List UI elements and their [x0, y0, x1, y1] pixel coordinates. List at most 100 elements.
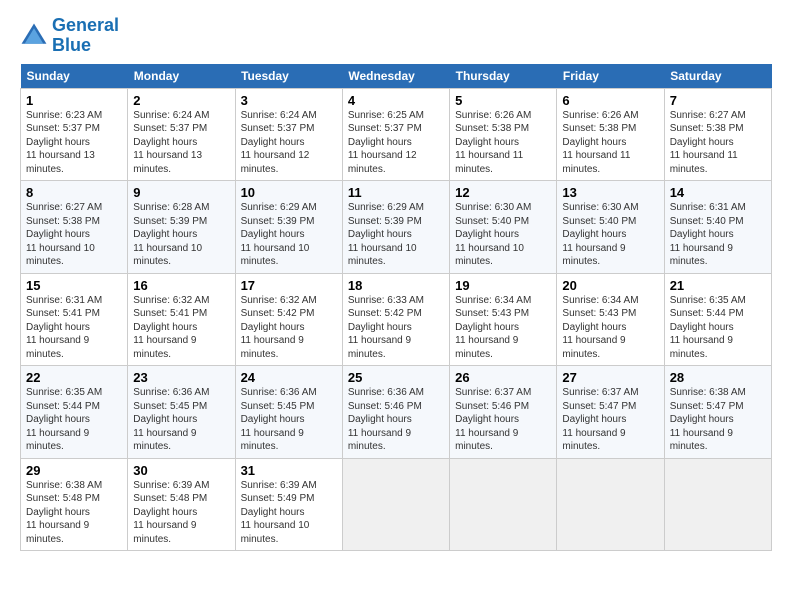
- day-number: 1: [26, 93, 122, 108]
- week-row-2: 8Sunrise: 6:27 AMSunset: 5:38 PMDaylight…: [21, 181, 772, 274]
- day-info: Sunrise: 6:36 AMSunset: 5:46 PMDaylight …: [348, 386, 444, 454]
- day-number: 10: [241, 185, 337, 200]
- day-cell: 14Sunrise: 6:31 AMSunset: 5:40 PMDayligh…: [664, 181, 771, 274]
- day-number: 22: [26, 370, 122, 385]
- col-header-friday: Friday: [557, 64, 664, 89]
- day-number: 13: [562, 185, 658, 200]
- day-number: 9: [133, 185, 229, 200]
- col-header-monday: Monday: [128, 64, 235, 89]
- day-info: Sunrise: 6:34 AMSunset: 5:43 PMDaylight …: [562, 294, 658, 362]
- day-cell: 10Sunrise: 6:29 AMSunset: 5:39 PMDayligh…: [235, 181, 342, 274]
- day-cell: 15Sunrise: 6:31 AMSunset: 5:41 PMDayligh…: [21, 273, 128, 366]
- day-number: 3: [241, 93, 337, 108]
- day-info: Sunrise: 6:39 AMSunset: 5:48 PMDaylight …: [133, 479, 229, 547]
- day-number: 18: [348, 278, 444, 293]
- day-info: Sunrise: 6:27 AMSunset: 5:38 PMDaylight …: [26, 201, 122, 269]
- day-cell: 16Sunrise: 6:32 AMSunset: 5:41 PMDayligh…: [128, 273, 235, 366]
- day-info: Sunrise: 6:29 AMSunset: 5:39 PMDaylight …: [348, 201, 444, 269]
- header: General Blue: [20, 16, 772, 56]
- day-number: 12: [455, 185, 551, 200]
- day-number: 23: [133, 370, 229, 385]
- day-cell: 21Sunrise: 6:35 AMSunset: 5:44 PMDayligh…: [664, 273, 771, 366]
- week-row-1: 1Sunrise: 6:23 AMSunset: 5:37 PMDaylight…: [21, 88, 772, 181]
- day-cell: 17Sunrise: 6:32 AMSunset: 5:42 PMDayligh…: [235, 273, 342, 366]
- week-row-5: 29Sunrise: 6:38 AMSunset: 5:48 PMDayligh…: [21, 458, 772, 551]
- day-info: Sunrise: 6:26 AMSunset: 5:38 PMDaylight …: [562, 109, 658, 177]
- week-row-3: 15Sunrise: 6:31 AMSunset: 5:41 PMDayligh…: [21, 273, 772, 366]
- day-number: 15: [26, 278, 122, 293]
- day-info: Sunrise: 6:34 AMSunset: 5:43 PMDaylight …: [455, 294, 551, 362]
- day-cell: 4Sunrise: 6:25 AMSunset: 5:37 PMDaylight…: [342, 88, 449, 181]
- day-number: 2: [133, 93, 229, 108]
- day-cell: 3Sunrise: 6:24 AMSunset: 5:37 PMDaylight…: [235, 88, 342, 181]
- day-cell: 9Sunrise: 6:28 AMSunset: 5:39 PMDaylight…: [128, 181, 235, 274]
- day-info: Sunrise: 6:38 AMSunset: 5:47 PMDaylight …: [670, 386, 766, 454]
- col-header-saturday: Saturday: [664, 64, 771, 89]
- col-header-tuesday: Tuesday: [235, 64, 342, 89]
- day-cell: [342, 458, 449, 551]
- day-number: 29: [26, 463, 122, 478]
- day-number: 8: [26, 185, 122, 200]
- day-number: 6: [562, 93, 658, 108]
- day-number: 21: [670, 278, 766, 293]
- day-cell: 28Sunrise: 6:38 AMSunset: 5:47 PMDayligh…: [664, 366, 771, 459]
- day-info: Sunrise: 6:38 AMSunset: 5:48 PMDaylight …: [26, 479, 122, 547]
- day-number: 4: [348, 93, 444, 108]
- day-info: Sunrise: 6:35 AMSunset: 5:44 PMDaylight …: [670, 294, 766, 362]
- day-info: Sunrise: 6:24 AMSunset: 5:37 PMDaylight …: [133, 109, 229, 177]
- calendar-table: SundayMondayTuesdayWednesdayThursdayFrid…: [20, 64, 772, 552]
- day-cell: [557, 458, 664, 551]
- day-info: Sunrise: 6:30 AMSunset: 5:40 PMDaylight …: [455, 201, 551, 269]
- day-number: 25: [348, 370, 444, 385]
- day-number: 19: [455, 278, 551, 293]
- day-number: 16: [133, 278, 229, 293]
- day-info: Sunrise: 6:25 AMSunset: 5:37 PMDaylight …: [348, 109, 444, 177]
- day-number: 28: [670, 370, 766, 385]
- day-info: Sunrise: 6:28 AMSunset: 5:39 PMDaylight …: [133, 201, 229, 269]
- logo-text: General Blue: [52, 16, 119, 56]
- day-number: 30: [133, 463, 229, 478]
- day-number: 31: [241, 463, 337, 478]
- page-container: General Blue SundayMondayTuesdayWednesda…: [0, 0, 792, 561]
- day-cell: 18Sunrise: 6:33 AMSunset: 5:42 PMDayligh…: [342, 273, 449, 366]
- day-cell: 5Sunrise: 6:26 AMSunset: 5:38 PMDaylight…: [450, 88, 557, 181]
- day-cell: 13Sunrise: 6:30 AMSunset: 5:40 PMDayligh…: [557, 181, 664, 274]
- day-cell: [664, 458, 771, 551]
- day-info: Sunrise: 6:32 AMSunset: 5:42 PMDaylight …: [241, 294, 337, 362]
- day-cell: 12Sunrise: 6:30 AMSunset: 5:40 PMDayligh…: [450, 181, 557, 274]
- week-row-4: 22Sunrise: 6:35 AMSunset: 5:44 PMDayligh…: [21, 366, 772, 459]
- day-info: Sunrise: 6:31 AMSunset: 5:41 PMDaylight …: [26, 294, 122, 362]
- day-cell: 22Sunrise: 6:35 AMSunset: 5:44 PMDayligh…: [21, 366, 128, 459]
- day-number: 14: [670, 185, 766, 200]
- day-cell: 25Sunrise: 6:36 AMSunset: 5:46 PMDayligh…: [342, 366, 449, 459]
- day-number: 26: [455, 370, 551, 385]
- day-number: 11: [348, 185, 444, 200]
- day-info: Sunrise: 6:37 AMSunset: 5:46 PMDaylight …: [455, 386, 551, 454]
- day-cell: 8Sunrise: 6:27 AMSunset: 5:38 PMDaylight…: [21, 181, 128, 274]
- day-number: 7: [670, 93, 766, 108]
- day-info: Sunrise: 6:39 AMSunset: 5:49 PMDaylight …: [241, 479, 337, 547]
- day-cell: 1Sunrise: 6:23 AMSunset: 5:37 PMDaylight…: [21, 88, 128, 181]
- day-cell: 7Sunrise: 6:27 AMSunset: 5:38 PMDaylight…: [664, 88, 771, 181]
- col-header-thursday: Thursday: [450, 64, 557, 89]
- day-cell: 24Sunrise: 6:36 AMSunset: 5:45 PMDayligh…: [235, 366, 342, 459]
- day-info: Sunrise: 6:35 AMSunset: 5:44 PMDaylight …: [26, 386, 122, 454]
- day-cell: 6Sunrise: 6:26 AMSunset: 5:38 PMDaylight…: [557, 88, 664, 181]
- day-cell: 26Sunrise: 6:37 AMSunset: 5:46 PMDayligh…: [450, 366, 557, 459]
- day-info: Sunrise: 6:32 AMSunset: 5:41 PMDaylight …: [133, 294, 229, 362]
- day-info: Sunrise: 6:24 AMSunset: 5:37 PMDaylight …: [241, 109, 337, 177]
- day-cell: 11Sunrise: 6:29 AMSunset: 5:39 PMDayligh…: [342, 181, 449, 274]
- day-cell: 30Sunrise: 6:39 AMSunset: 5:48 PMDayligh…: [128, 458, 235, 551]
- day-info: Sunrise: 6:36 AMSunset: 5:45 PMDaylight …: [241, 386, 337, 454]
- day-number: 17: [241, 278, 337, 293]
- logo-icon: [20, 22, 48, 50]
- day-number: 24: [241, 370, 337, 385]
- day-info: Sunrise: 6:31 AMSunset: 5:40 PMDaylight …: [670, 201, 766, 269]
- day-info: Sunrise: 6:36 AMSunset: 5:45 PMDaylight …: [133, 386, 229, 454]
- day-cell: 2Sunrise: 6:24 AMSunset: 5:37 PMDaylight…: [128, 88, 235, 181]
- day-number: 27: [562, 370, 658, 385]
- day-info: Sunrise: 6:27 AMSunset: 5:38 PMDaylight …: [670, 109, 766, 177]
- day-info: Sunrise: 6:23 AMSunset: 5:37 PMDaylight …: [26, 109, 122, 177]
- day-cell: 23Sunrise: 6:36 AMSunset: 5:45 PMDayligh…: [128, 366, 235, 459]
- col-header-sunday: Sunday: [21, 64, 128, 89]
